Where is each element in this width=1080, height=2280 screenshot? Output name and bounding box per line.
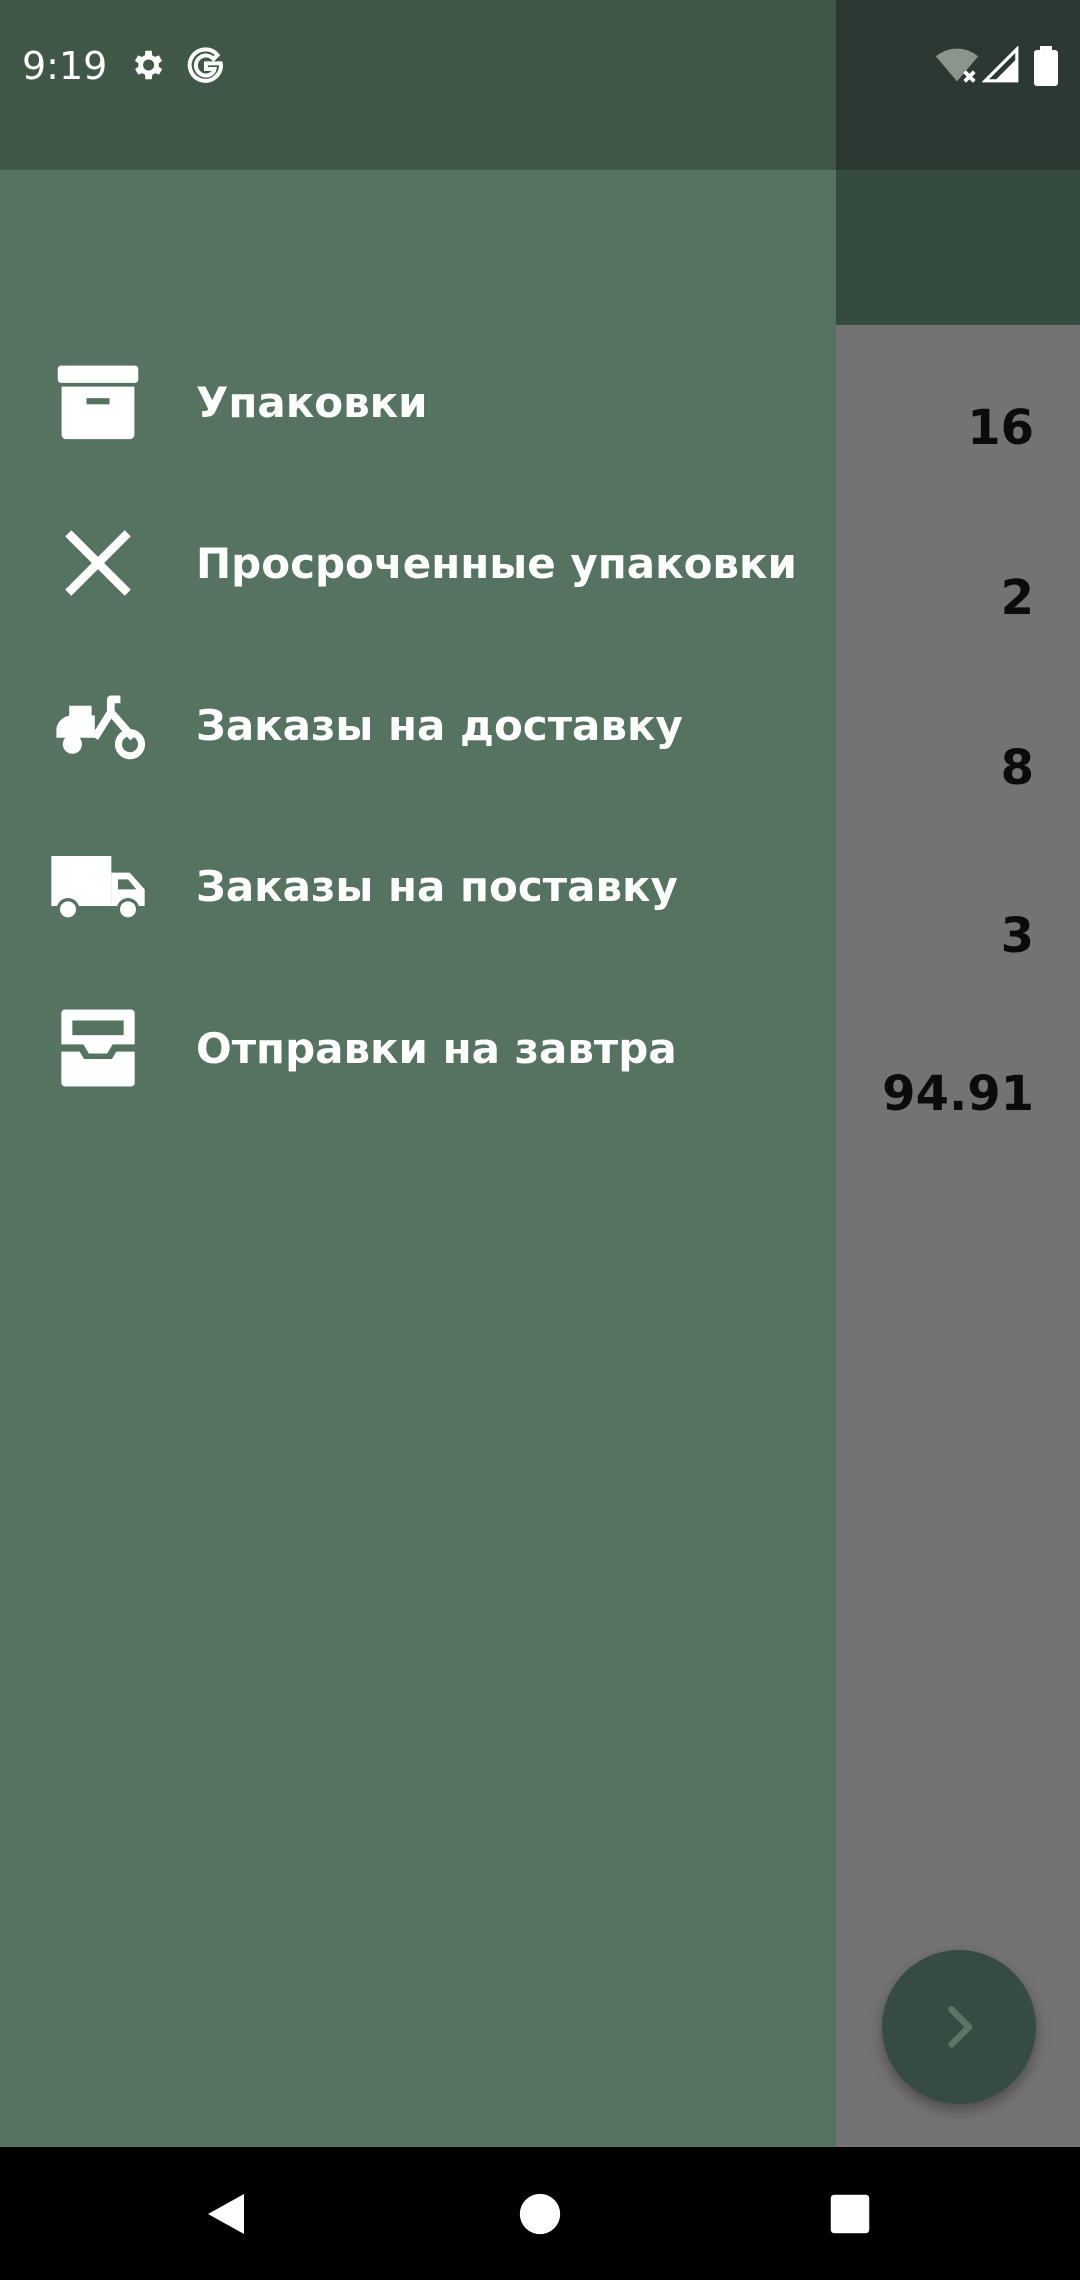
close-icon [44, 509, 152, 617]
value-packages: 16 [967, 400, 1034, 456]
drawer-item-delivery-orders[interactable]: Заказы на доставку [0, 645, 836, 805]
status-bar: 9:19 [0, 0, 1058, 170]
value-delivery: 8 [1000, 740, 1034, 796]
home-button[interactable] [480, 2147, 600, 2280]
drawer-item-label: Упаковки [196, 377, 428, 427]
truck-icon [44, 832, 152, 940]
next-fab-button[interactable] [882, 1950, 1036, 2104]
back-button[interactable] [166, 2147, 286, 2280]
status-time: 9:19 [22, 44, 108, 88]
navigation-drawer: 9:19 Упаковки Просроченные упаковки Зака… [0, 0, 1058, 2147]
wifi-off-icon [934, 46, 980, 91]
scooter-icon [44, 671, 152, 779]
value-overdue: 2 [1000, 570, 1034, 626]
drawer-item-overdue-packages[interactable]: Просроченные упаковки [0, 483, 836, 643]
back-icon [208, 2193, 244, 2234]
recents-icon [830, 2194, 870, 2233]
drawer-item-packages[interactable]: Упаковки [0, 322, 836, 482]
recents-button[interactable] [790, 2147, 910, 2280]
drawer-item-supply-orders[interactable]: Заказы на поставку [0, 806, 836, 966]
battery-icon [1034, 46, 1058, 91]
screen: 16 2 8 3 94.91 9:19 Упаковки Просроченны… [0, 0, 1080, 2280]
value-tomorrow: 94.91 [882, 1066, 1034, 1122]
drawer-item-label: Отправки на завтра [196, 1023, 677, 1073]
drawer-item-label: Заказы на поставку [196, 861, 678, 911]
value-supply: 3 [1000, 908, 1034, 964]
signal-icon [981, 45, 1020, 89]
system-nav-bar [0, 2147, 1080, 2280]
home-icon [519, 2193, 561, 2234]
drawer-item-tomorrow-shipments[interactable]: Отправки на завтра [0, 968, 836, 1128]
drawer-item-label: Заказы на доставку [196, 700, 683, 750]
google-icon [186, 46, 226, 91]
chevron-right-icon [948, 2006, 973, 2048]
drawer-item-label: Просроченные упаковки [196, 538, 797, 588]
settings-icon [128, 46, 166, 89]
archive-box-icon [44, 348, 152, 456]
inbox-tray-icon [44, 994, 152, 1102]
